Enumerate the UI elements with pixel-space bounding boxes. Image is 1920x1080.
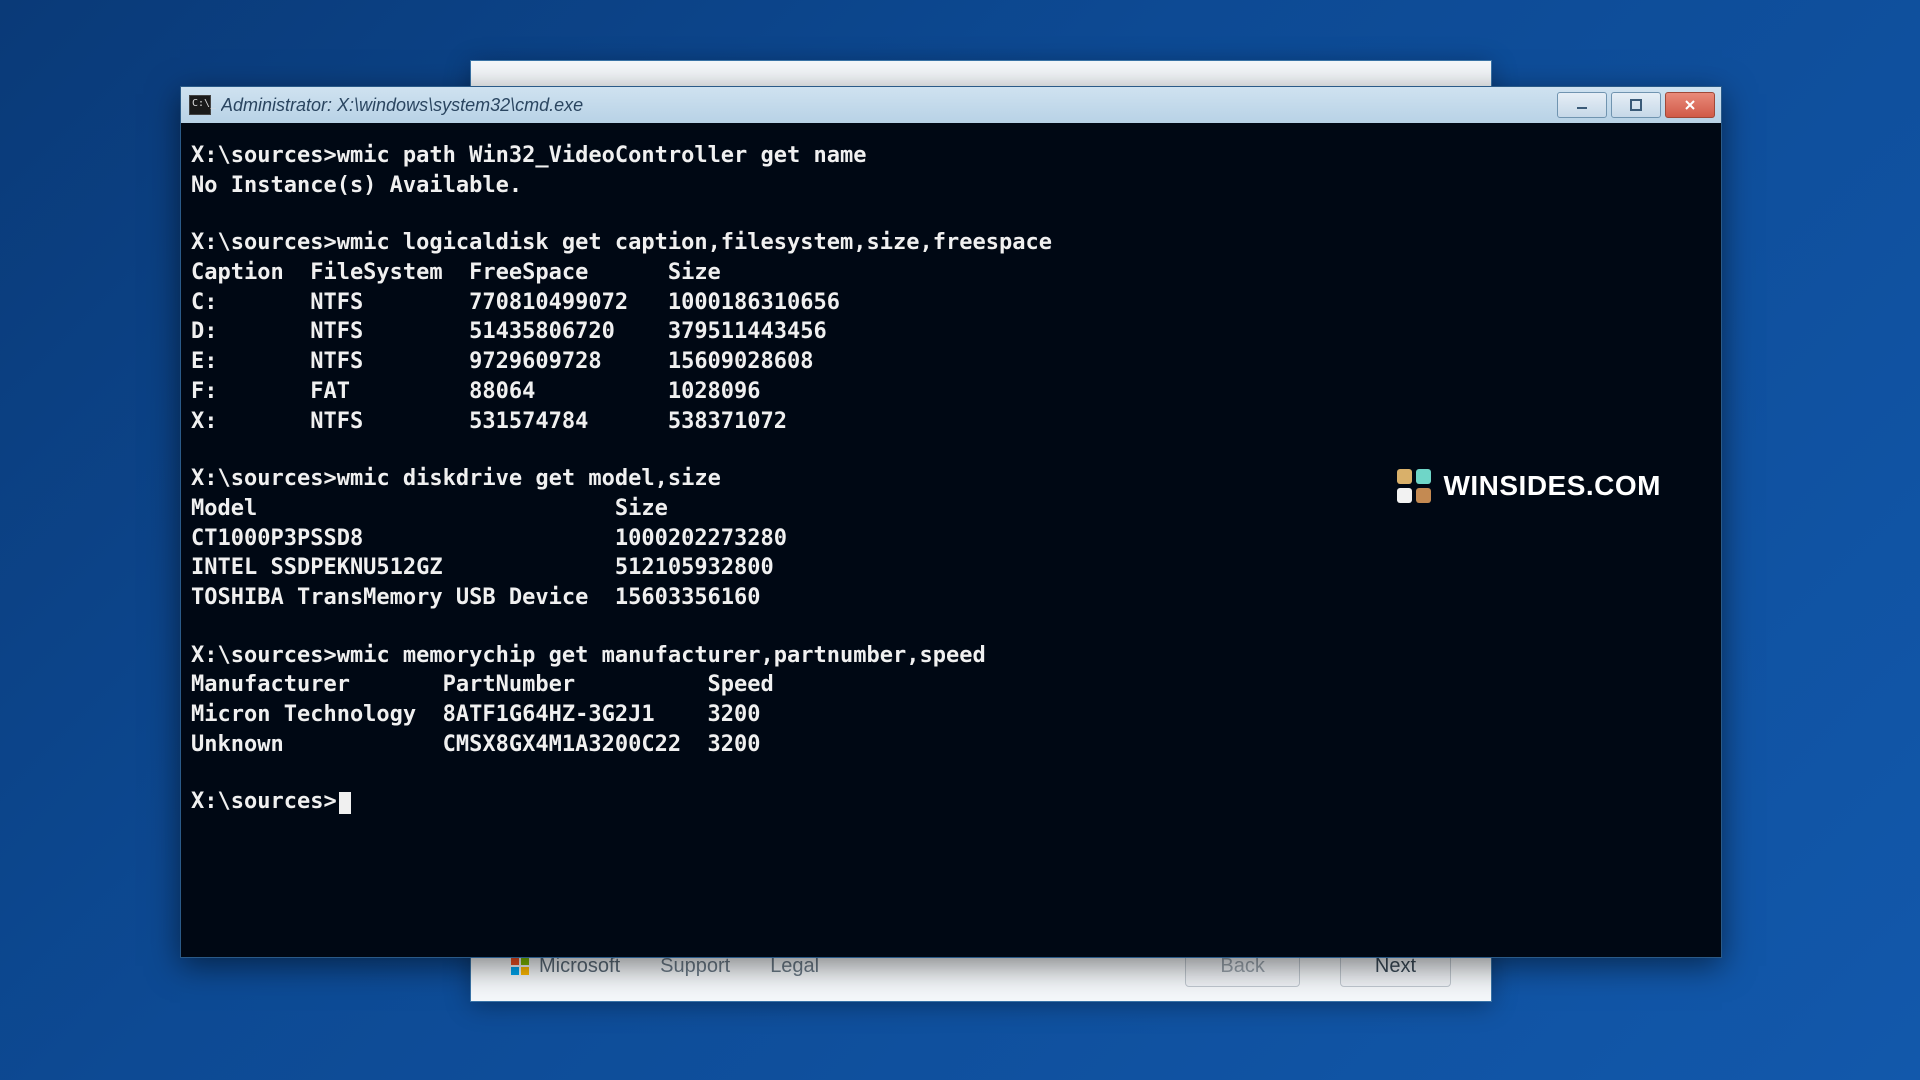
maximize-button[interactable] [1611,92,1661,118]
console-output[interactable]: X:\sources>wmic path Win32_VideoControll… [181,123,1721,957]
watermark: WINSIDES.COM [1397,467,1661,505]
close-button[interactable] [1665,92,1715,118]
cmd-window: Administrator: X:\windows\system32\cmd.e… [180,86,1722,958]
watermark-text: WINSIDES.COM [1443,467,1661,505]
cmd-icon [189,95,211,115]
prompt-line: X:\sources> [191,787,1711,817]
winsides-logo-icon [1397,469,1431,503]
microsoft-logo-icon [511,957,529,975]
memorychip-table: Manufacturer PartNumber Speed Micron Tec… [191,670,1711,759]
cmd-output: No Instance(s) Available. [191,171,1711,201]
titlebar[interactable]: Administrator: X:\windows\system32\cmd.e… [181,87,1721,123]
minimize-button[interactable] [1557,92,1607,118]
cmd-line: X:\sources>wmic memorychip get manufactu… [191,641,1711,671]
cursor [339,792,351,814]
cmd-line: X:\sources>wmic logicaldisk get caption,… [191,228,1711,258]
diskdrive-table: Model Size CT1000P3PSSD8 1000202273280 I… [191,494,1711,613]
window-title: Administrator: X:\windows\system32\cmd.e… [221,95,1547,116]
cmd-line: X:\sources>wmic path Win32_VideoControll… [191,141,1711,171]
logicaldisk-table: Caption FileSystem FreeSpace Size C: NTF… [191,258,1711,436]
